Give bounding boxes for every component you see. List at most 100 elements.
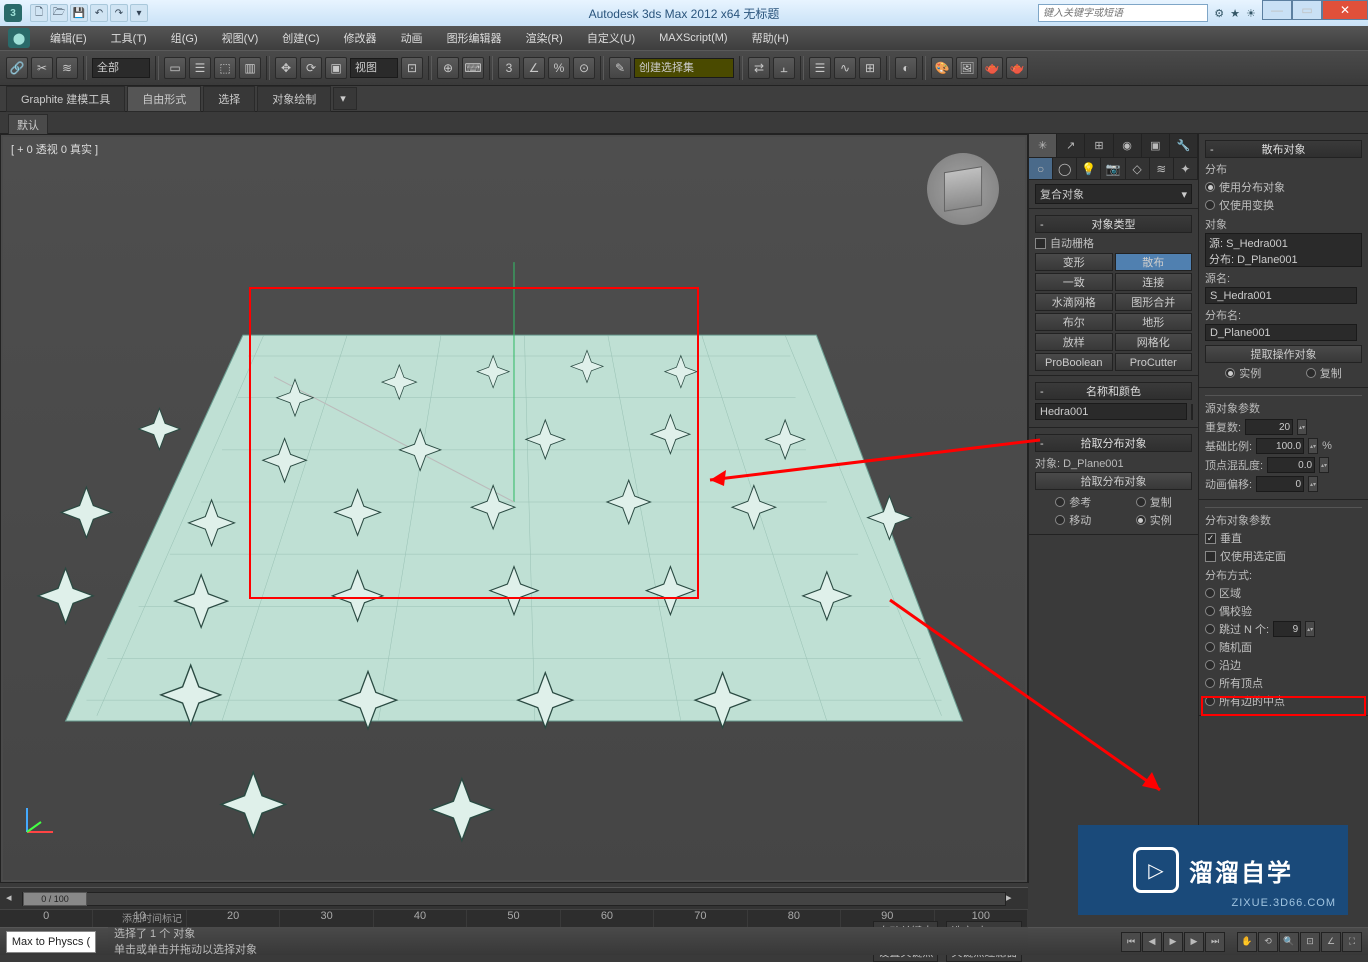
add-time-marker[interactable]: 添加时间标记: [122, 910, 182, 925]
category-dropdown[interactable]: 复合对象▾: [1035, 184, 1192, 204]
method-edge-radio[interactable]: [1205, 660, 1215, 670]
perspective-viewport[interactable]: [3, 137, 1025, 880]
minimize-button[interactable]: —: [1262, 0, 1292, 20]
method-allvert-radio[interactable]: [1205, 678, 1215, 688]
play-icon[interactable]: ▶: [1163, 932, 1183, 952]
use-transform-radio[interactable]: [1205, 200, 1215, 210]
layers-icon[interactable]: ☰: [809, 57, 831, 79]
select-name-icon[interactable]: ☰: [189, 57, 211, 79]
qat-open-icon[interactable]: 🗁: [50, 4, 68, 22]
type-proboolean-button[interactable]: ProBoolean: [1035, 353, 1113, 371]
prev-frame-icon[interactable]: ◀: [1142, 932, 1162, 952]
named-sel-edit-icon[interactable]: ✎: [609, 57, 631, 79]
basescale-spin-icon[interactable]: ▴▾: [1308, 438, 1318, 454]
menu-customize[interactable]: 自定义(U): [577, 27, 645, 49]
menu-create[interactable]: 创建(C): [272, 27, 329, 49]
timeslider-prev-icon[interactable]: ◂: [6, 891, 22, 907]
object-name-input[interactable]: [1035, 403, 1187, 420]
ribbon-sub-default[interactable]: 默认: [8, 114, 48, 136]
render-icon[interactable]: 🫖: [981, 57, 1003, 79]
pick-distribution-rollout-header[interactable]: -拾取分布对象: [1035, 434, 1192, 452]
anim-offset-spinner[interactable]: [1256, 476, 1304, 492]
perpendicular-checkbox[interactable]: [1205, 533, 1216, 544]
source-name-input[interactable]: [1205, 287, 1357, 304]
orbit-icon[interactable]: ⟲: [1258, 932, 1278, 952]
select-rect-icon[interactable]: ⬚: [214, 57, 236, 79]
maxscript-mini-button[interactable]: Max to Physcs (: [6, 931, 96, 953]
listbox-dist-row[interactable]: 分布: D_Plane001: [1209, 251, 1358, 267]
viewcube[interactable]: [927, 153, 999, 225]
type-morph-button[interactable]: 变形: [1035, 253, 1113, 271]
skip-n-spin-icon[interactable]: ▴▾: [1305, 621, 1315, 637]
goto-start-icon[interactable]: ⏮: [1121, 932, 1141, 952]
maximize-vp-icon[interactable]: ⛶: [1342, 932, 1362, 952]
type-terrain-button[interactable]: 地形: [1115, 313, 1193, 331]
refcoord-dropdown[interactable]: 视图: [350, 58, 398, 78]
method-skip-radio[interactable]: [1205, 624, 1215, 634]
scatter-objects-rollout-header[interactable]: -散布对象: [1205, 140, 1362, 158]
basescale-spinner[interactable]: [1256, 438, 1304, 454]
type-shapemerge-button[interactable]: 图形合并: [1115, 293, 1193, 311]
anim-offset-spin-icon[interactable]: ▴▾: [1308, 476, 1318, 492]
render-setup-icon[interactable]: 🎨: [931, 57, 953, 79]
method-alledgemid-radio[interactable]: [1205, 696, 1215, 706]
time-slider-track[interactable]: 0 / 100: [22, 892, 1006, 906]
goto-end-icon[interactable]: ⏭: [1205, 932, 1225, 952]
use-selected-faces-checkbox[interactable]: [1205, 551, 1216, 562]
type-connect-button[interactable]: 连接: [1115, 273, 1193, 291]
select-move-icon[interactable]: ✥: [275, 57, 297, 79]
align-icon[interactable]: ⫠: [773, 57, 795, 79]
helpers-subtab-icon[interactable]: ◇: [1126, 158, 1150, 179]
qat-undo-icon[interactable]: ↶: [90, 4, 108, 22]
snap-percent-icon[interactable]: %: [548, 57, 570, 79]
material-editor-icon[interactable]: ◐: [895, 57, 917, 79]
keyboard-icon[interactable]: ⌨: [462, 57, 484, 79]
qat-more-icon[interactable]: ▾: [130, 4, 148, 22]
pick-copy-radio[interactable]: [1136, 497, 1146, 507]
type-loft-button[interactable]: 放样: [1035, 333, 1113, 351]
extract-operand-button[interactable]: 提取操作对象: [1205, 345, 1362, 363]
pick-move-radio[interactable]: [1055, 515, 1065, 525]
extract-copy-radio[interactable]: [1306, 368, 1316, 378]
display-tab-icon[interactable]: ▣: [1142, 134, 1170, 157]
curve-editor-icon[interactable]: ∿: [834, 57, 856, 79]
infocenter-icon[interactable]: ⚙: [1214, 7, 1224, 20]
select-scale-icon[interactable]: ▣: [325, 57, 347, 79]
object-type-rollout-header[interactable]: -对象类型: [1035, 215, 1192, 233]
ribbon-tab-freeform[interactable]: 自由形式: [127, 86, 201, 112]
shapes-subtab-icon[interactable]: ◯: [1053, 158, 1077, 179]
method-random-radio[interactable]: [1205, 642, 1215, 652]
hierarchy-tab-icon[interactable]: ⊞: [1085, 134, 1113, 157]
link-icon[interactable]: 🔗: [6, 57, 28, 79]
ribbon-tab-selection[interactable]: 选择: [203, 86, 255, 112]
qat-save-icon[interactable]: 💾: [70, 4, 88, 22]
autogrid-checkbox[interactable]: [1035, 238, 1046, 249]
app-icon[interactable]: 3: [4, 4, 22, 22]
method-area-radio[interactable]: [1205, 588, 1215, 598]
schematic-icon[interactable]: ⊞: [859, 57, 881, 79]
menu-grapheditor[interactable]: 图形编辑器: [437, 27, 512, 49]
type-procutter-button[interactable]: ProCutter: [1115, 353, 1193, 371]
type-conform-button[interactable]: 一致: [1035, 273, 1113, 291]
create-tab-icon[interactable]: ✳: [1029, 134, 1057, 157]
space-subtab-icon[interactable]: ≋: [1150, 158, 1174, 179]
method-even-radio[interactable]: [1205, 606, 1215, 616]
ribbon-tab-graphite[interactable]: Graphite 建模工具: [6, 86, 125, 112]
skip-n-spinner[interactable]: [1273, 621, 1301, 637]
time-slider[interactable]: ◂ 0 / 100 ▸: [0, 887, 1028, 909]
menu-render[interactable]: 渲染(R): [516, 27, 573, 49]
utilities-tab-icon[interactable]: 🔧: [1170, 134, 1198, 157]
window-cross-icon[interactable]: ▥: [239, 57, 261, 79]
type-blob-button[interactable]: 水滴网格: [1035, 293, 1113, 311]
name-color-rollout-header[interactable]: -名称和颜色: [1035, 382, 1192, 400]
systems-subtab-icon[interactable]: ✦: [1174, 158, 1198, 179]
help-search-input[interactable]: [1038, 4, 1208, 22]
vertex-chaos-spin-icon[interactable]: ▴▾: [1319, 457, 1329, 473]
selection-filter-dropdown[interactable]: 全部: [92, 58, 150, 78]
pivot-icon[interactable]: ⊡: [401, 57, 423, 79]
menu-views[interactable]: 视图(V): [212, 27, 269, 49]
unlink-icon[interactable]: ✂: [31, 57, 53, 79]
cameras-subtab-icon[interactable]: 📷: [1101, 158, 1125, 179]
duplicates-spin-icon[interactable]: ▴▾: [1297, 419, 1307, 435]
menu-group[interactable]: 组(G): [161, 27, 208, 49]
